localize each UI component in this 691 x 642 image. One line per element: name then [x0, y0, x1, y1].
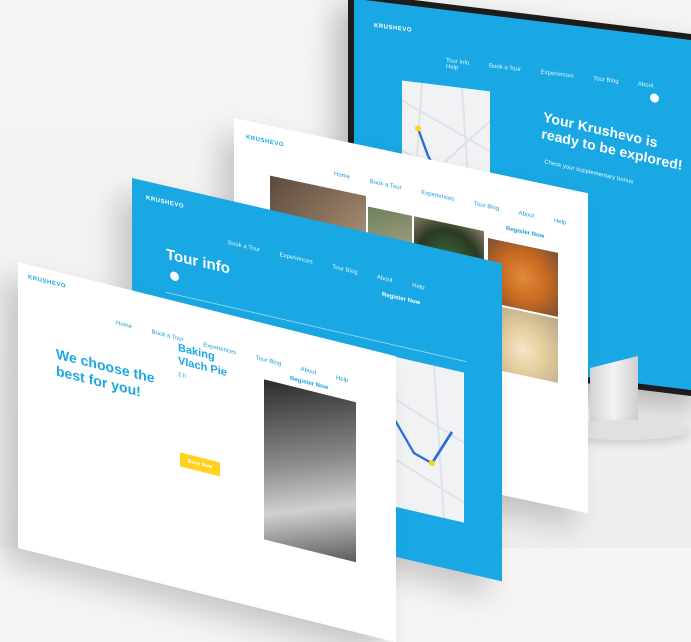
- nav-item[interactable]: About: [301, 366, 317, 376]
- nav-item[interactable]: Tour Blog: [474, 201, 499, 212]
- nav-item[interactable]: Book a Tour: [370, 179, 402, 192]
- nav-item[interactable]: Book a Tour: [489, 63, 521, 73]
- nav-item[interactable]: Tour Blog: [332, 264, 357, 276]
- book-now-button[interactable]: Book Now: [180, 452, 220, 477]
- user-icon[interactable]: [650, 92, 659, 104]
- nav-item[interactable]: Home: [116, 320, 132, 330]
- brand-logo: KRUSHEVO: [146, 195, 185, 211]
- monitor-subtext: Check your supplementary bonus: [543, 159, 634, 186]
- nav-item[interactable]: About: [638, 81, 654, 89]
- brand-logo: KRUSHEVO: [246, 134, 285, 149]
- nav-item[interactable]: Tour Blog: [593, 76, 618, 85]
- nav-item[interactable]: Book a Tour: [228, 240, 260, 253]
- monitor-cta-button[interactable]: [638, 295, 674, 300]
- brand-logo: KRUSHEVO: [28, 274, 67, 290]
- panel-nav: Book a Tour Experiences Tour Blog About …: [228, 240, 443, 296]
- nav-item[interactable]: About: [377, 275, 393, 285]
- mockup-scene: KRUSHEVO Tour Info Book a Tour Experienc…: [0, 0, 691, 642]
- nav-item[interactable]: Experiences: [541, 70, 574, 80]
- register-link[interactable]: Register Now: [506, 226, 544, 240]
- card-duration: 2 h: [178, 371, 187, 380]
- nav-item[interactable]: Experiences: [280, 252, 313, 266]
- nav-item[interactable]: Help: [446, 64, 458, 72]
- nav-item[interactable]: Tour Blog: [256, 355, 281, 367]
- nav-item[interactable]: Help: [554, 218, 566, 227]
- user-icon[interactable]: [170, 270, 179, 282]
- nav-item[interactable]: Experiences: [421, 190, 454, 203]
- nav-item[interactable]: Help: [412, 283, 424, 292]
- register-link[interactable]: Register Now: [382, 292, 420, 307]
- nav-item[interactable]: About: [519, 210, 535, 219]
- brand-logo: KRUSHEVO: [374, 23, 413, 34]
- photo-baking-bw: [264, 379, 356, 563]
- nav-item[interactable]: Help: [336, 375, 348, 384]
- nav-item[interactable]: Home: [334, 171, 350, 180]
